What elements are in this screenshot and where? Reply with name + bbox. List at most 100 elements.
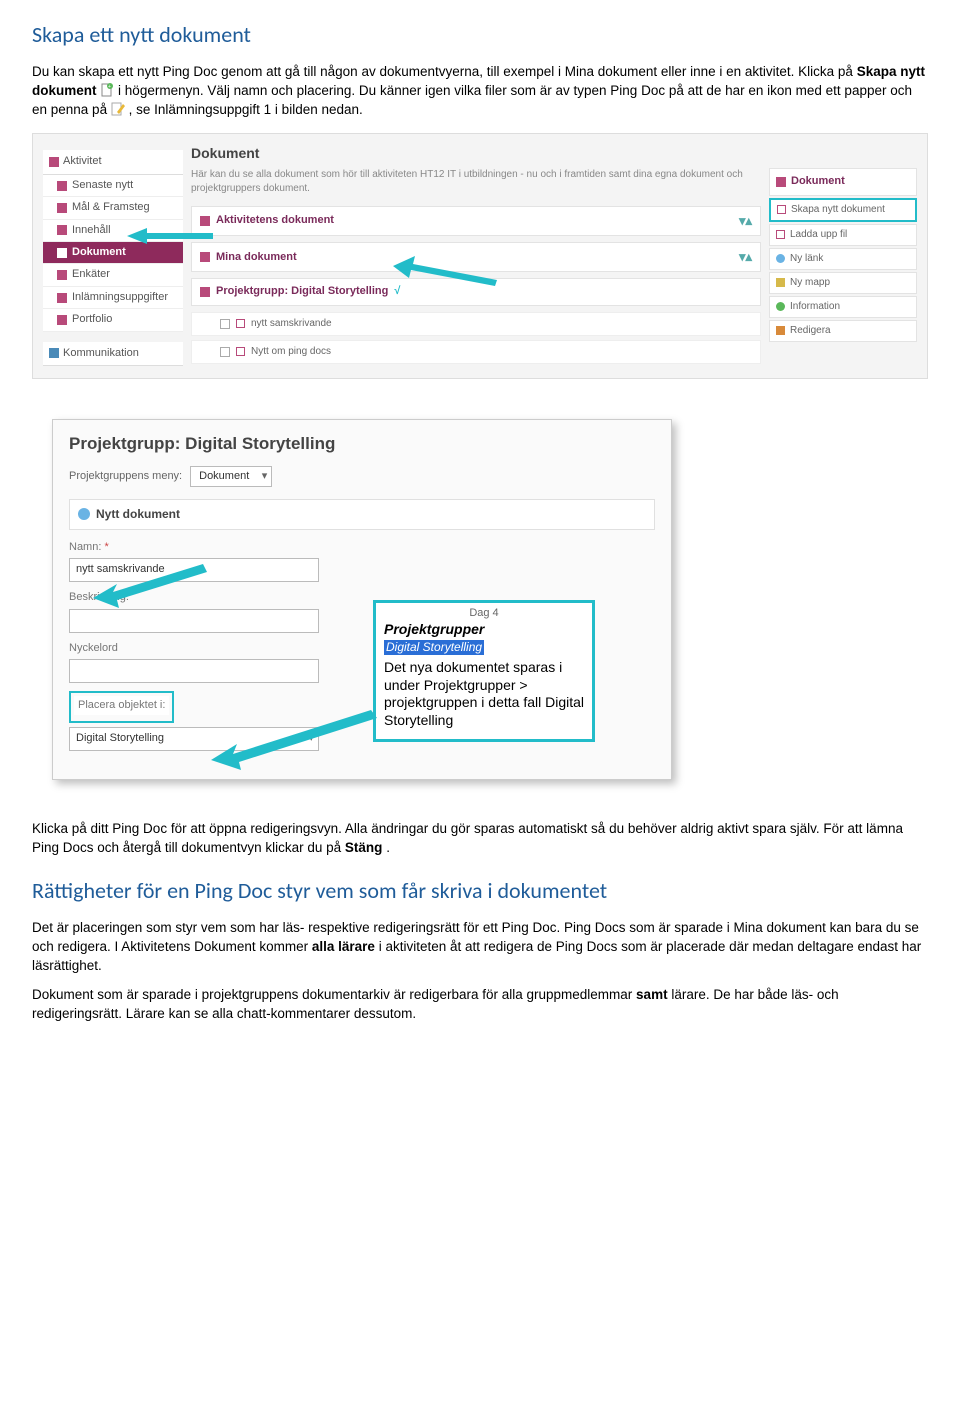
pingdoc-icon [111,102,125,116]
para-bold-stang: Stäng [345,840,383,855]
callout-ds: Digital Storytelling [384,640,484,655]
info-icon [776,302,785,311]
globe-icon [78,508,90,520]
page-description: Här kan du se alla dokument som hör till… [191,168,761,196]
panel-title: Projektgrupp: Digital Storytelling [69,432,655,456]
edit-icon [776,326,785,335]
right-item-info[interactable]: Information [769,296,917,318]
file-icon [236,347,245,356]
select-place-value: Digital Storytelling [76,732,164,744]
callout-pg: Projektgrupper [384,621,584,639]
label-name-text: Namn: [69,541,101,553]
rp1b: alla lärare [312,939,375,954]
right-header: Dokument [769,168,917,195]
right-header-label: Dokument [791,174,845,189]
sidebar-item-surveys[interactable]: Enkäter [43,264,183,286]
sidebar-label-latest: Senaste nytt [72,178,133,193]
sidebar-item-goals[interactable]: Mål & Framsteg [43,197,183,219]
panel-label-1: Aktivitetens dokument [216,213,334,228]
folder-icon [776,278,785,287]
heading-create: Skapa ett nytt dokument [32,20,928,51]
para-after-shots: Klicka på ditt Ping Doc för att öppna re… [32,820,928,858]
docs-icon [57,248,67,258]
sidebar-item-assignments[interactable]: Inlämningsuppgifter [43,287,183,309]
input-keywords[interactable] [69,659,319,683]
sidebar-header-label: Aktivitet [63,154,102,169]
right-item-folder[interactable]: Ny mapp [769,272,917,294]
checkbox-icon[interactable] [220,319,230,329]
rights-para-2: Dokument som är sparade i projektgruppen… [32,986,928,1024]
menu-select[interactable]: Dokument [190,466,272,487]
rights-para-1: Det är placeringen som styr vem som har … [32,919,928,976]
newdoc-label: Nytt dokument [96,506,180,523]
right-item-edit[interactable]: Redigera [769,320,917,342]
right-item-link[interactable]: Ny länk [769,248,917,270]
activity-icon [49,157,59,167]
sidebar-label-portfolio: Portfolio [72,312,112,327]
callout-placement: Dag 4 Projektgrupper Digital Storytellin… [373,600,595,742]
screenshot-docs-view: Aktivitet Senaste nytt Mål & Framsteg In… [32,133,928,378]
panel-label-2: Mina dokument [216,250,297,265]
expand-icon[interactable]: ▾▴ [739,212,752,230]
right-column: Dokument Skapa nytt dokument Ladda upp f… [769,144,917,367]
callout-day: Dag 4 [384,607,584,621]
right-label-link: Ny länk [790,252,823,266]
sidebar-label-goals: Mål & Framsteg [72,200,150,215]
rp2b: samt [636,987,668,1002]
subitem-2[interactable]: Nytt om ping docs [191,340,761,364]
comm-icon [49,348,59,358]
content-icon [57,225,67,235]
right-label-newdoc: Skapa nytt dokument [791,203,885,217]
sidebar-label-content: Innehåll [72,223,111,238]
place-highlight: Placera objektet i: [69,691,174,723]
panel-activity-docs[interactable]: Aktivitetens dokument ▾▴ [191,206,761,236]
assignments-icon [57,293,67,303]
upload-icon [776,230,785,239]
surveys-icon [57,270,67,280]
panel-icon [200,287,210,297]
required-star: * [104,541,108,553]
expand-icon[interactable]: ▾▴ [739,248,752,266]
sidebar-header-activity[interactable]: Aktivitet [43,150,183,174]
intro-text-a: Du kan skapa ett nytt Ping Doc genom att… [32,64,857,79]
new-doc-icon: + [100,83,114,97]
sidebar-label-docs: Dokument [72,245,126,260]
sidebar-header-comm[interactable]: Kommunikation [43,342,183,366]
panel-label-3: Projektgrupp: Digital Storytelling [216,284,388,299]
latest-icon [57,181,67,191]
sidebar-label-surveys: Enkäter [72,267,110,282]
para-a: Klicka på ditt Ping Doc för att öppna re… [32,821,903,855]
menu-label: Projektgruppens meny: [69,469,182,484]
file-icon [236,319,245,328]
arrow-to-documents [127,224,217,259]
para-c: . [386,840,390,855]
subitem-1[interactable]: nytt samskrivande [191,312,761,336]
sidebar-label-assignments: Inlämningsuppgifter [72,290,168,305]
newdoc-icon [777,205,786,214]
goals-icon [57,203,67,213]
screenshot-newdoc-form: Projektgrupp: Digital Storytelling Proje… [52,419,672,781]
intro-text-d: , se Inlämningsuppgift 1 i bilden nedan. [129,102,363,117]
right-label-edit: Redigera [790,324,831,338]
label-place: Placera objektet i: [74,696,169,715]
subitem-label-2: Nytt om ping docs [251,345,331,359]
newdoc-header: Nytt dokument [69,499,655,530]
portfolio-icon [57,315,67,325]
sidebar-item-portfolio[interactable]: Portfolio [43,309,183,331]
page-title: Dokument [191,144,761,164]
arrow-to-name [93,560,213,616]
right-label-upload: Ladda upp fil [790,228,847,242]
heading-rights: Rättigheter för en Ping Doc styr vem som… [32,876,928,907]
rp2a: Dokument som är sparade i projektgruppen… [32,987,636,1002]
right-label-folder: Ny mapp [790,276,830,290]
docs-icon [776,177,786,187]
right-item-upload[interactable]: Ladda upp fil [769,224,917,246]
label-name: Namn: * [69,540,655,555]
arrow-to-projectgroup [393,256,503,297]
globe-icon [776,254,785,263]
sidebar-item-latest[interactable]: Senaste nytt [43,175,183,197]
checkbox-icon[interactable] [220,347,230,357]
right-item-new-doc[interactable]: Skapa nytt dokument [769,198,917,222]
arrow-to-place [211,710,381,776]
intro-para: Du kan skapa ett nytt Ping Doc genom att… [32,63,928,120]
